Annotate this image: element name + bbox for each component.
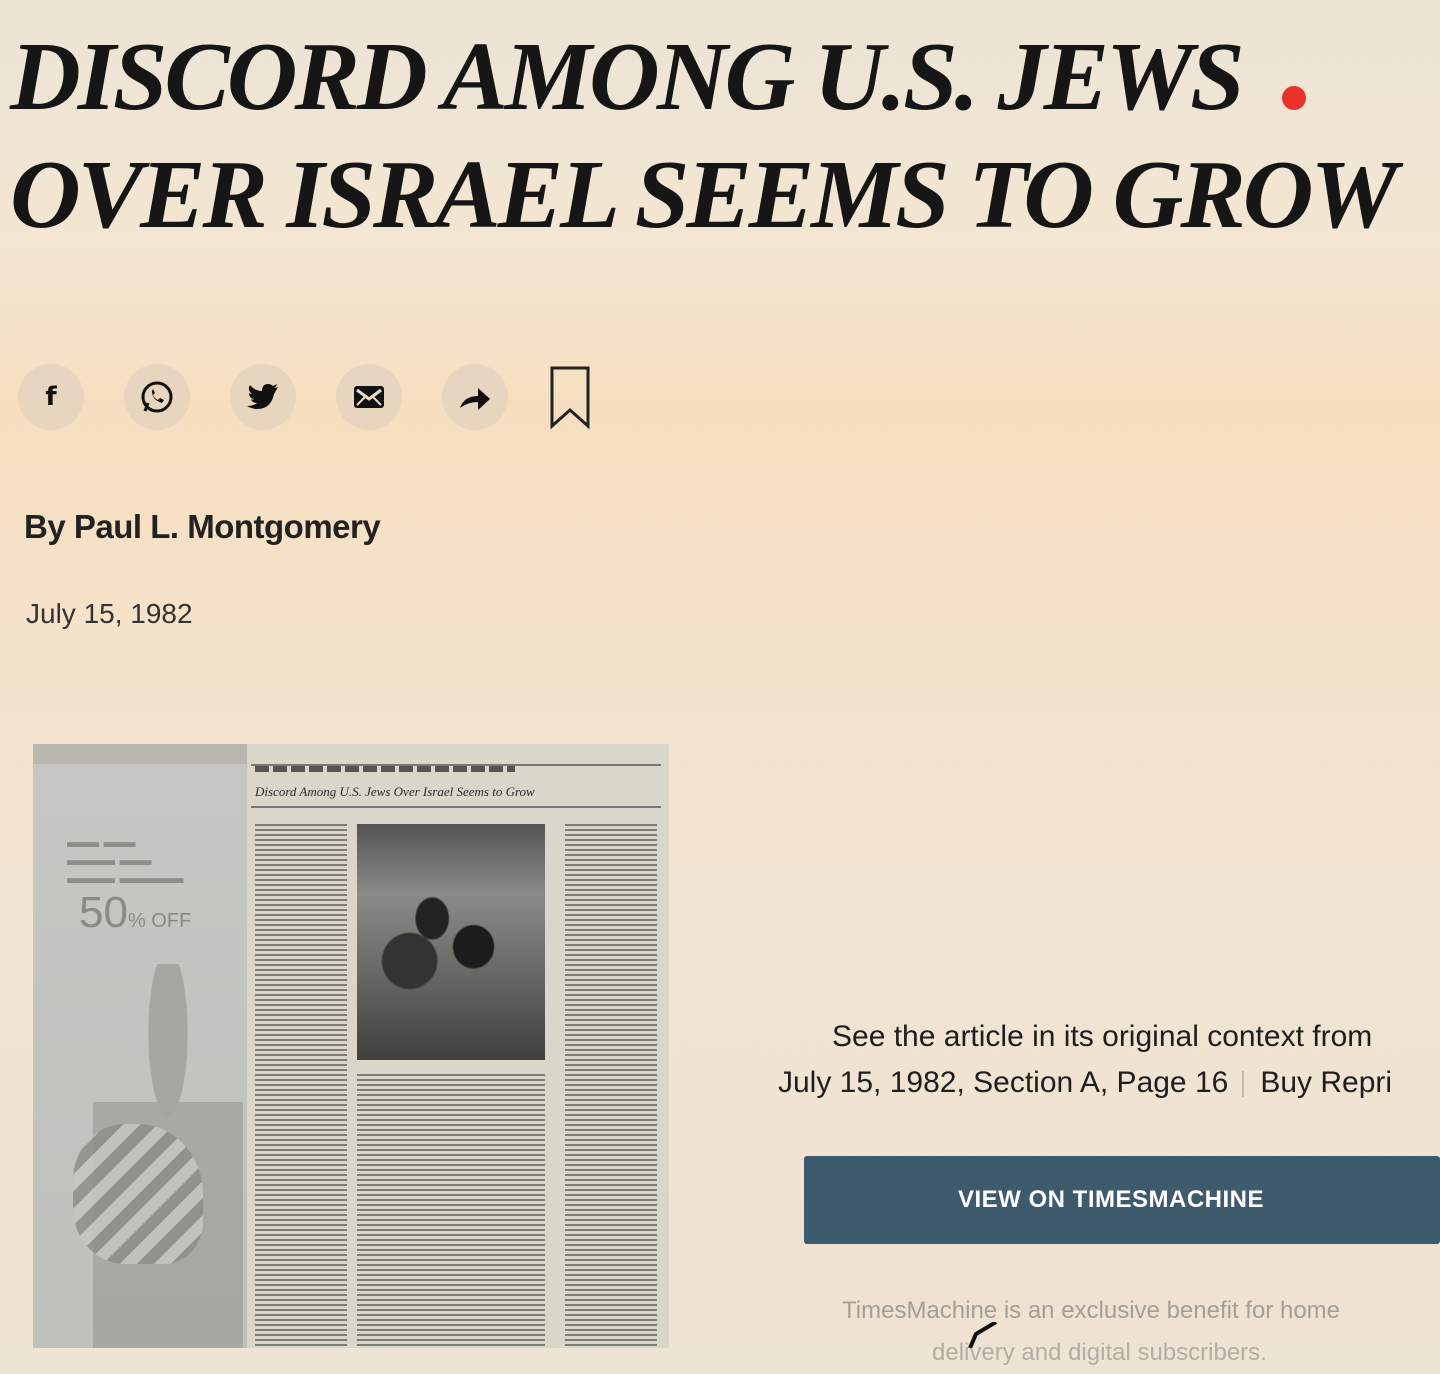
- np-column-left: [255, 824, 347, 1348]
- np-column-center: [357, 1074, 545, 1348]
- pen-stroke-mark: [968, 1322, 998, 1348]
- article-byline[interactable]: By Paul L. Montgomery: [24, 508, 381, 546]
- note-line-1: TimesMachine is an exclusive benefit for…: [842, 1297, 1340, 1324]
- twitter-icon: [247, 384, 278, 409]
- context-separator: [1242, 1071, 1245, 1098]
- bookmark-icon[interactable]: [548, 364, 592, 430]
- facebook-share-button[interactable]: f: [18, 364, 84, 430]
- whatsapp-icon: [141, 381, 173, 413]
- buy-reprints-link[interactable]: Buy Repri: [1260, 1066, 1392, 1099]
- email-share-button[interactable]: [336, 364, 402, 430]
- article-headline: DISCORD AMONG U.S. JEWS OVER ISRAEL SEEM…: [10, 18, 1430, 254]
- facebook-icon: f: [45, 382, 57, 412]
- ad-swimsuit-stripes: [73, 1124, 203, 1264]
- np-rule-mid: [251, 806, 661, 808]
- timesmachine-note: TimesMachine is an exclusive benefit for…: [842, 1290, 1440, 1374]
- scan-newspaper-page: Discord Among U.S. Jews Over Israel Seem…: [247, 744, 669, 1348]
- headline-line-2: OVER ISRAEL SEEMS TO GROW: [10, 141, 1398, 249]
- context-line-1: See the article in its original context …: [832, 1020, 1373, 1053]
- newspaper-scan-image[interactable]: ▬▬ ▬▬ ▬▬▬ ▬▬ ▬▬▬ ▬▬▬▬ 50% OFF Discord Amon…: [33, 744, 669, 1348]
- context-line-2: July 15, 1982, Section A, Page 16 Buy Rep…: [778, 1060, 1440, 1106]
- np-kicker: [255, 766, 515, 772]
- np-headline: Discord Among U.S. Jews Over Israel Seem…: [255, 784, 535, 799]
- np-column-right: [565, 824, 657, 1348]
- article-date: July 15, 1982: [26, 598, 193, 629]
- headline-line-1: DISCORD AMONG U.S. JEWS: [10, 23, 1245, 131]
- np-photo: [357, 824, 545, 1060]
- ad-percent: 50% OFF: [79, 888, 192, 937]
- share-arrow-icon: [460, 388, 490, 410]
- red-dot-indicator: [1282, 86, 1306, 110]
- share-more-button[interactable]: [442, 364, 508, 430]
- original-context-text: See the article in its original context …: [778, 1014, 1440, 1106]
- context-date-section: July 15, 1982, Section A, Page 16: [778, 1066, 1229, 1099]
- scan-advertisement: ▬▬ ▬▬ ▬▬▬ ▬▬ ▬▬▬ ▬▬▬▬ 50% OFF: [33, 764, 247, 1348]
- view-on-timesmachine-button[interactable]: VIEW ON TIMESMACHINE: [804, 1156, 1440, 1244]
- email-icon: [354, 386, 384, 408]
- whatsapp-share-button[interactable]: [124, 364, 190, 430]
- note-line-2: delivery and digital subscribers.: [932, 1339, 1267, 1366]
- twitter-share-button[interactable]: [230, 364, 296, 430]
- ad-small-text: ▬▬ ▬▬ ▬▬▬ ▬▬ ▬▬▬ ▬▬▬▬: [67, 834, 184, 887]
